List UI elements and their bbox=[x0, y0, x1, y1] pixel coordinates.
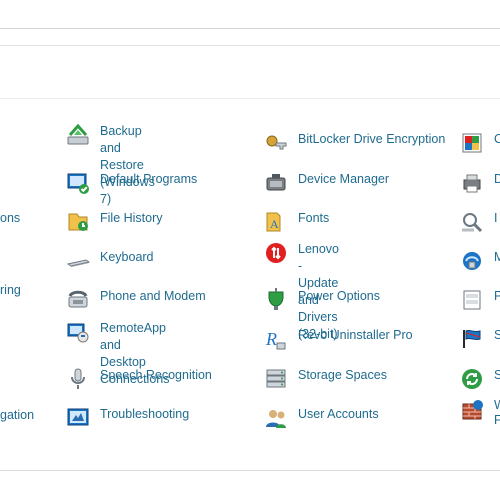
item-label: Storage Spaces bbox=[298, 368, 387, 382]
item-label: Power Options bbox=[298, 289, 380, 303]
default-programs-icon bbox=[66, 171, 90, 195]
devices-printers-icon bbox=[460, 171, 484, 195]
window-top-bar bbox=[0, 0, 500, 29]
item-label: Revo Uninstaller Pro bbox=[298, 328, 413, 342]
programs-features-icon bbox=[460, 288, 484, 312]
color-management-icon bbox=[460, 131, 484, 155]
bottom-divider bbox=[0, 470, 500, 471]
item-label: M bbox=[494, 250, 500, 264]
mail-icon bbox=[460, 249, 484, 273]
item-label: File History bbox=[100, 211, 163, 225]
user-accounts-icon bbox=[264, 406, 288, 430]
backup-restore-icon bbox=[66, 123, 90, 147]
svg-text:A: A bbox=[270, 217, 279, 231]
lenovo-update-icon bbox=[264, 241, 288, 265]
item-label: Troubleshooting bbox=[100, 407, 190, 421]
device-manager-icon bbox=[264, 171, 288, 195]
indexing-options-icon bbox=[460, 210, 484, 234]
item-label: ons bbox=[0, 211, 21, 225]
phone-modem-icon bbox=[66, 288, 90, 312]
item-label: Fonts bbox=[298, 211, 330, 225]
item-label: Phone and Modem bbox=[100, 289, 206, 303]
power-options-icon bbox=[264, 288, 288, 312]
bitlocker-icon bbox=[264, 131, 288, 155]
item-label: Speech Recognition bbox=[100, 368, 212, 382]
item-label: Default Programs bbox=[100, 172, 198, 186]
file-history-icon bbox=[66, 210, 90, 234]
svg-text:R: R bbox=[265, 329, 277, 349]
item-label: I bbox=[494, 211, 498, 225]
item-label: ring bbox=[0, 283, 21, 297]
address-bar-area bbox=[0, 29, 500, 46]
item-label: gation bbox=[0, 408, 35, 422]
troubleshooting-icon bbox=[66, 406, 90, 430]
item-label: C bbox=[494, 132, 500, 146]
item-label: Backup and Restore (Windows 7) bbox=[100, 124, 155, 206]
item-label: BitLocker Drive Encryption bbox=[298, 132, 446, 146]
item-label: S bbox=[494, 328, 500, 342]
keyboard-icon bbox=[66, 249, 91, 273]
item-label: D bbox=[494, 172, 500, 186]
fonts-icon: A bbox=[264, 210, 288, 234]
storage-spaces-icon bbox=[264, 367, 288, 391]
item-label: Device Manager bbox=[298, 172, 390, 186]
item-label: S bbox=[494, 368, 500, 382]
windows-firewall-icon bbox=[460, 398, 484, 422]
microphone-icon bbox=[66, 367, 90, 391]
sync-center-icon bbox=[460, 367, 484, 391]
item-label: P bbox=[494, 289, 500, 303]
revo-icon: R bbox=[264, 327, 288, 351]
item-label: W F bbox=[494, 398, 500, 427]
security-flag-icon bbox=[460, 327, 484, 351]
item-label: Keyboard bbox=[100, 250, 154, 264]
item-label: User Accounts bbox=[298, 407, 379, 421]
remoteapp-icon bbox=[66, 320, 90, 344]
